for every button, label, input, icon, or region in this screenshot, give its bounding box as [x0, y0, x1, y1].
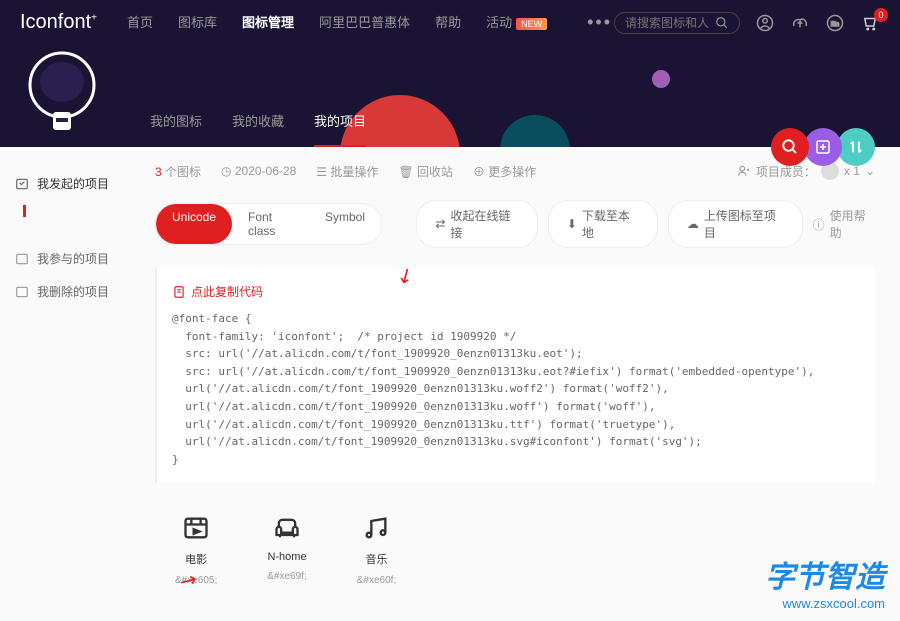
nav-activity[interactable]: 活动NEW [486, 12, 547, 33]
nav-home[interactable]: 首页 [127, 12, 153, 33]
language-icon[interactable]: En [825, 13, 845, 33]
code-content[interactable]: @font-face { font-family: 'iconfont'; /*… [172, 310, 860, 468]
sidebar-item-created[interactable]: 我发起的项目 [15, 167, 115, 200]
logo[interactable]: Iconfont+ [20, 11, 97, 34]
cloud-upload-icon: ☁ [687, 217, 699, 231]
download-button[interactable]: ⬇下载至本地 [548, 200, 658, 248]
sidebar-item-joined[interactable]: 我参与的项目 [15, 242, 115, 275]
icon-name: 音乐 [365, 551, 387, 567]
nav-library[interactable]: 图标库 [178, 12, 217, 33]
batch-action[interactable]: ☰ 批量操作 [316, 163, 378, 180]
search-input[interactable] [625, 16, 715, 30]
fab-search[interactable] [771, 128, 809, 166]
nav-manage[interactable]: 图标管理 [242, 12, 294, 33]
content-area: 我发起的项目 我参与的项目 我删除的项目 3 个图标 ◷ 2020-06-28 … [0, 147, 900, 621]
icon-item-music[interactable]: 音乐 &#xe60f; [357, 513, 396, 586]
tab-symbol[interactable]: Symbol [309, 204, 381, 244]
avatar-astronaut [25, 50, 100, 140]
code-block: ↙ 点此复制代码 @font-face { font-family: 'icon… [155, 268, 875, 483]
svg-text:En: En [831, 21, 840, 28]
icon-name: N-home [267, 551, 306, 563]
tab-unicode[interactable]: Unicode [156, 204, 232, 244]
fab-add[interactable] [804, 128, 842, 166]
help-link[interactable]: ⓘ使用帮助 [813, 207, 875, 241]
main-panel: 3 个图标 ◷ 2020-06-28 ☰ 批量操作 🗑 回收站 ⊕ 更多操作 项… [130, 147, 900, 621]
decor-circle [500, 115, 570, 147]
download-icon: ⬇ [567, 217, 577, 231]
icon-item-home[interactable]: N-home &#xe69f; [267, 513, 306, 586]
tab-fontclass[interactable]: Font class [232, 204, 309, 244]
icon-unicode: &#xe69f; [267, 571, 306, 582]
music-icon [361, 513, 391, 543]
top-header: Iconfont+ 首页 图标库 图标管理 阿里巴巴普惠体 帮助 活动NEW •… [0, 0, 900, 45]
fab-group [776, 128, 875, 166]
subnav-projects[interactable]: 我的项目 [314, 111, 366, 147]
subnav-favorites[interactable]: 我的收藏 [232, 111, 284, 147]
help-icon: ⓘ [813, 216, 825, 233]
sidebar-label: 我发起的项目 [37, 175, 109, 192]
sidebar-item-deleted[interactable]: 我删除的项目 [15, 275, 115, 308]
watermark: 字节智造 www.zsxcool.com [765, 552, 885, 611]
subnav-my-icons[interactable]: 我的图标 [150, 111, 202, 147]
sofa-icon [272, 513, 302, 543]
nav-help[interactable]: 帮助 [435, 12, 461, 33]
upload-button[interactable]: ☁上传图标至项目 [668, 200, 803, 248]
movie-icon [181, 513, 211, 543]
view-link-button[interactable]: ⇄收起在线链接 [416, 200, 537, 248]
search-icon[interactable] [715, 16, 729, 30]
chevron-down-icon: ⌄ [865, 164, 875, 178]
recycle-bin[interactable]: 🗑 回收站 [398, 163, 453, 180]
date-display: ◷ 2020-06-28 [221, 164, 296, 178]
sidebar-label: 我删除的项目 [37, 283, 109, 300]
cart-icon[interactable]: 0 [860, 13, 880, 33]
search-box[interactable] [614, 12, 740, 34]
tabs-row: Unicode Font class Symbol ⇄收起在线链接 ⬇下载至本地… [155, 200, 875, 248]
more-menu-icon[interactable]: ••• [587, 12, 612, 33]
sidebar-active-indicator [23, 205, 26, 217]
watermark-url: www.zsxcool.com [765, 596, 885, 611]
fab-sort[interactable] [837, 128, 875, 166]
copy-code-button[interactable]: 点此复制代码 [172, 283, 860, 300]
link-icon: ⇄ [435, 217, 445, 231]
project-toolbar: 3 个图标 ◷ 2020-06-28 ☰ 批量操作 🗑 回收站 ⊕ 更多操作 项… [155, 162, 875, 180]
main-nav: 首页 图标库 图标管理 阿里巴巴普惠体 帮助 活动NEW ••• [127, 12, 612, 33]
format-tabs: Unicode Font class Symbol [155, 203, 382, 245]
nav-alibaba-font[interactable]: 阿里巴巴普惠体 [319, 12, 410, 33]
upload-icon[interactable] [790, 13, 810, 33]
user-icon[interactable] [755, 13, 775, 33]
sidebar-label: 我参与的项目 [37, 250, 109, 267]
decor-circle [652, 70, 670, 88]
sub-header: 我的图标 我的收藏 我的项目 [0, 45, 900, 147]
icon-count: 3 个图标 [155, 163, 201, 180]
icon-unicode: &#xe60f; [357, 575, 396, 586]
sidebar: 我发起的项目 我参与的项目 我删除的项目 [0, 147, 130, 621]
new-badge: NEW [516, 18, 547, 30]
sub-nav: 我的图标 我的收藏 我的项目 [150, 111, 366, 147]
header-right: En 0 [614, 12, 880, 34]
watermark-brand: 字节智造 [765, 552, 885, 596]
more-actions[interactable]: ⊕ 更多操作 [473, 163, 536, 180]
icon-name: 电影 [185, 551, 207, 567]
cart-count-badge: 0 [874, 8, 888, 22]
members-count: x 1 [844, 164, 860, 178]
